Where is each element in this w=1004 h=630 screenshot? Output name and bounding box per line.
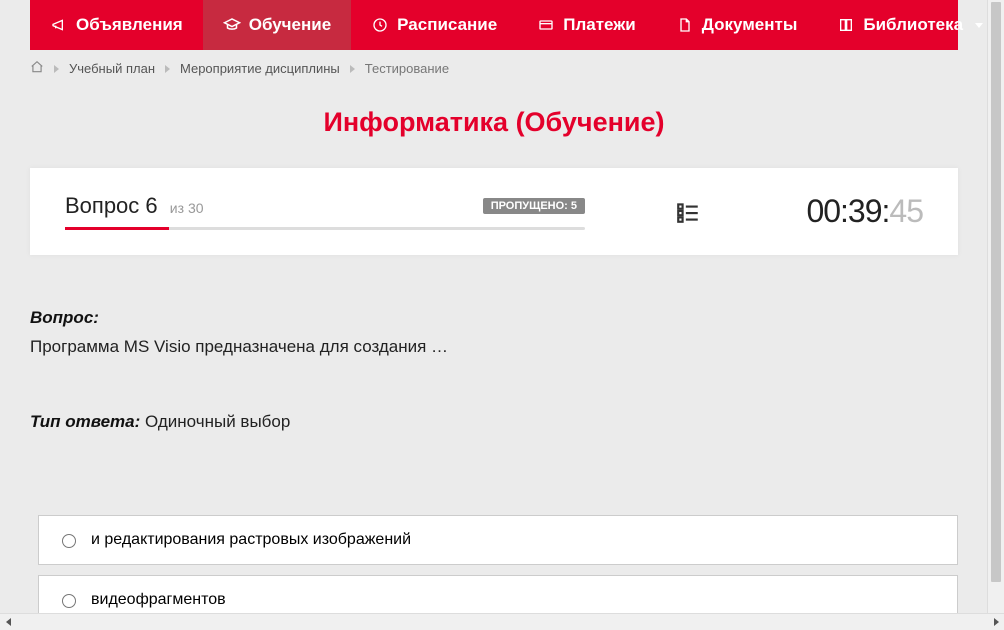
question-number-label: Вопрос 6 (65, 193, 164, 218)
chevron-down-icon (975, 23, 983, 28)
breadcrumb-current: Тестирование (365, 61, 449, 76)
answer-type-label: Тип ответа: (30, 412, 140, 431)
scroll-left-icon[interactable] (0, 614, 16, 630)
question-label: Вопрос: (30, 305, 958, 331)
horizontal-scrollbar[interactable] (0, 613, 1004, 630)
nav-item-label: Расписание (397, 15, 497, 35)
scroll-track[interactable] (16, 614, 988, 630)
nav-item-payments[interactable]: Платежи (517, 0, 656, 50)
graduation-cap-icon (223, 16, 241, 34)
home-icon[interactable] (30, 60, 44, 77)
breadcrumb-link[interactable]: Учебный план (69, 61, 155, 76)
vertical-scrollbar[interactable] (987, 0, 1004, 614)
nav-item-library[interactable]: Библиотека (817, 0, 988, 50)
chevron-right-icon (54, 65, 59, 73)
nav-item-documents[interactable]: Документы (656, 0, 818, 50)
nav-item-label: Документы (702, 15, 798, 35)
progress-fill (65, 227, 169, 230)
nav-item-label: Платежи (563, 15, 636, 35)
timer: 00:39:45 (806, 193, 923, 230)
nav-item-education[interactable]: Обучение (203, 0, 351, 50)
missed-badge: ПРОПУЩЕНО: 5 (483, 198, 585, 214)
nav-item-label: Библиотека (863, 15, 963, 35)
question-total: из 30 (170, 200, 204, 216)
page-title: Информатика (Обучение) (0, 107, 988, 138)
scroll-thumb[interactable] (991, 2, 1001, 582)
answer-option[interactable]: видеофрагментов (38, 575, 958, 615)
nav-item-label: Объявления (76, 15, 183, 35)
breadcrumb-link[interactable]: Мероприятие дисциплины (180, 61, 340, 76)
nav-item-label: Обучение (249, 15, 331, 35)
question-list-icon[interactable] (675, 199, 701, 225)
nav-item-announcements[interactable]: Объявления (30, 0, 203, 50)
question-text: Программа MS Visio предназначена для соз… (30, 334, 958, 360)
answer-text: видеофрагментов (91, 591, 226, 609)
clock-icon (371, 16, 389, 34)
question-block: Вопрос: Программа MS Visio предназначена… (0, 255, 988, 455)
chevron-right-icon (165, 65, 170, 73)
answer-option[interactable]: и редактирования растровых изображений (38, 515, 958, 565)
answers-list: и редактирования растровых изображений в… (0, 455, 988, 615)
breadcrumb: Учебный план Мероприятие дисциплины Тест… (0, 50, 988, 77)
megaphone-icon (50, 16, 68, 34)
status-bar: Вопрос 6 из 30 ПРОПУЩЕНО: 5 00:39:45 (30, 168, 958, 255)
book-icon (837, 16, 855, 34)
answer-radio[interactable] (62, 534, 76, 548)
answer-radio[interactable] (62, 594, 76, 608)
chevron-right-icon (350, 65, 355, 73)
progress-bar (65, 227, 585, 230)
scroll-right-icon[interactable] (988, 614, 1004, 630)
top-nav: Объявления Обучение Расписание Платежи Д… (30, 0, 958, 50)
card-icon (537, 16, 555, 34)
nav-item-schedule[interactable]: Расписание (351, 0, 517, 50)
answer-type-value: Одиночный выбор (145, 412, 290, 431)
answer-text: и редактирования растровых изображений (91, 531, 411, 549)
file-icon (676, 16, 694, 34)
